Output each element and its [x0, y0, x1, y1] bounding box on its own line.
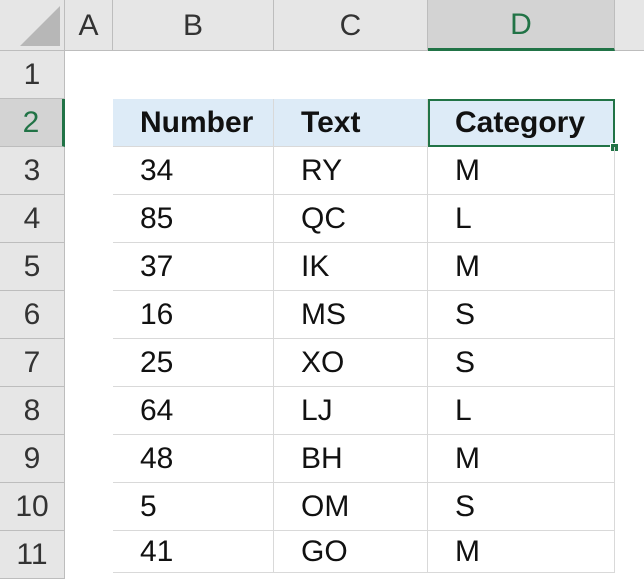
column-header-c[interactable]: C	[274, 0, 428, 51]
cell-category[interactable]: M	[428, 243, 615, 291]
cell-category[interactable]: L	[428, 387, 615, 435]
cell-number[interactable]: 48	[113, 435, 274, 483]
cell-c2-text-header[interactable]: Text	[274, 99, 428, 147]
cell-number[interactable]: 16	[113, 291, 274, 339]
row-header-6[interactable]: 6	[0, 291, 65, 339]
cell-text[interactable]: GO	[274, 531, 428, 573]
cell-text[interactable]: MS	[274, 291, 428, 339]
cell-number[interactable]: 37	[113, 243, 274, 291]
row-header-11[interactable]: 11	[0, 531, 65, 579]
cell-text[interactable]: QC	[274, 195, 428, 243]
column-header-b[interactable]: B	[113, 0, 274, 51]
cell-category[interactable]: M	[428, 435, 615, 483]
cell-text[interactable]: OM	[274, 483, 428, 531]
row-header-8[interactable]: 8	[0, 387, 65, 435]
row-header-1[interactable]: 1	[0, 51, 65, 99]
cell-category[interactable]: S	[428, 483, 615, 531]
cell-text[interactable]: RY	[274, 147, 428, 195]
cell-text[interactable]: XO	[274, 339, 428, 387]
row-header-4[interactable]: 4	[0, 195, 65, 243]
cell-b2-number-header[interactable]: Number	[113, 99, 274, 147]
cell-text[interactable]: IK	[274, 243, 428, 291]
column-header-d[interactable]: D	[428, 0, 615, 51]
row-header-10[interactable]: 10	[0, 483, 65, 531]
cell-category[interactable]: M	[428, 531, 615, 573]
cell-d2-category-header[interactable]: Category	[428, 99, 615, 147]
cell-number[interactable]: 34	[113, 147, 274, 195]
cell-category[interactable]: S	[428, 339, 615, 387]
column-header-e-partial[interactable]	[615, 0, 644, 51]
cell-text[interactable]: LJ	[274, 387, 428, 435]
row-header-3[interactable]: 3	[0, 147, 65, 195]
cell-number[interactable]: 64	[113, 387, 274, 435]
column-header-a[interactable]: A	[65, 0, 113, 51]
select-all-triangle-icon	[20, 6, 60, 46]
cell-number[interactable]: 41	[113, 531, 274, 573]
select-all-corner[interactable]	[0, 0, 65, 51]
cell-category[interactable]: S	[428, 291, 615, 339]
cell-category[interactable]: M	[428, 147, 615, 195]
spreadsheet-grid: A B C D 1 2 3 4 5 6 7 8 9 10 11 Number T…	[0, 0, 644, 579]
row-header-2[interactable]: 2	[0, 99, 65, 147]
cell-text[interactable]: BH	[274, 435, 428, 483]
cell-number[interactable]: 5	[113, 483, 274, 531]
row-header-5[interactable]: 5	[0, 243, 65, 291]
cell-number[interactable]: 25	[113, 339, 274, 387]
cell-category[interactable]: L	[428, 195, 615, 243]
cell-number[interactable]: 85	[113, 195, 274, 243]
row-header-7[interactable]: 7	[0, 339, 65, 387]
row-header-9[interactable]: 9	[0, 435, 65, 483]
